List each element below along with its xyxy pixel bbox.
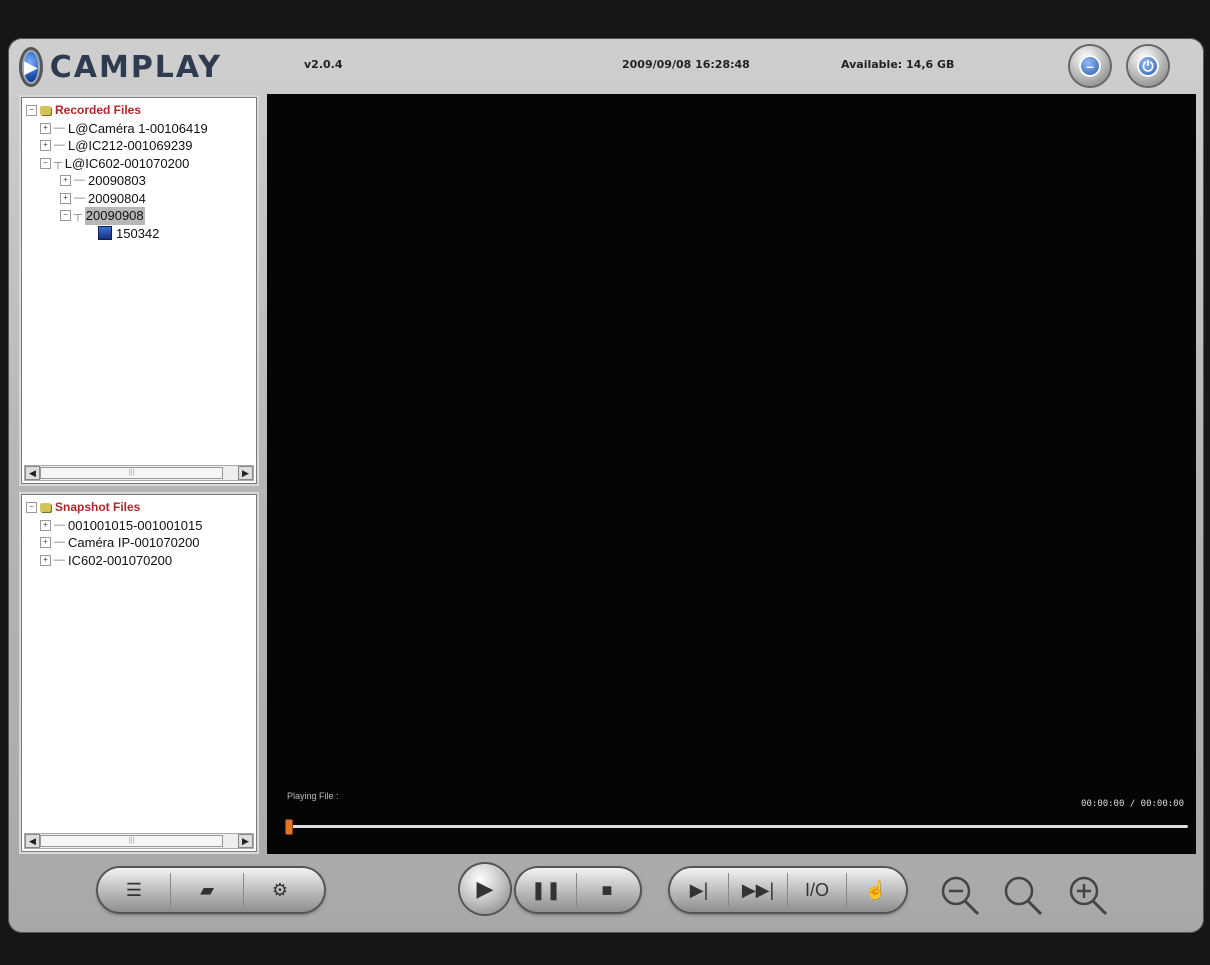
tree-root-snapshot[interactable]: − Snapshot Files: [26, 499, 254, 517]
datetime-label: 2009/09/08 16:28:48: [622, 58, 750, 71]
control-bar: ☰ ▰ ⚙ ▶ ❚❚ ■ ▶| ▶▶| I/O ☝: [8, 858, 1204, 933]
brand-name: CAMPLAY: [49, 49, 222, 85]
collapse-icon[interactable]: −: [60, 210, 71, 222]
snapshot-files-panel: − Snapshot Files + — 001001015-001001015 …: [21, 494, 257, 852]
minimize-button[interactable]: –: [1070, 46, 1110, 86]
stop-button[interactable]: ■: [577, 873, 637, 907]
fast-forward-button[interactable]: ▶▶|: [729, 873, 788, 907]
available-space-label: Available: 14,6 GB: [841, 58, 955, 71]
video-display[interactable]: Playing File : 00:00:00 / 00:00:00: [267, 94, 1196, 854]
collapse-icon[interactable]: −: [40, 157, 51, 169]
pause-stop-group: ❚❚ ■: [516, 868, 640, 912]
pause-icon: ❚❚: [530, 879, 562, 900]
tree-item-label: L@IC602-001070200: [64, 155, 190, 171]
seek-bar[interactable]: [285, 819, 1188, 835]
zoom-reset-button[interactable]: [1001, 874, 1045, 918]
playing-file-label: Playing File :: [287, 791, 339, 801]
expand-icon[interactable]: +: [40, 140, 51, 152]
tree-item-label: 20090908: [84, 207, 145, 225]
list-view-button[interactable]: ☰: [98, 873, 171, 907]
hand-button[interactable]: ☝: [847, 873, 905, 907]
snapshot-root-label: Snapshot Files: [55, 500, 141, 514]
scroll-thumb[interactable]: |||: [40, 467, 223, 479]
scroll-right-icon[interactable]: ▶: [238, 834, 253, 848]
expand-icon[interactable]: +: [40, 122, 51, 134]
tree-item-label: L@IC212-001069239: [68, 138, 193, 153]
expand-icon[interactable]: +: [40, 519, 51, 531]
scroll-left-icon[interactable]: ◀: [25, 834, 40, 848]
recorded-files-tree: − Recorded Files + — L@Caméra 1-00106419 …: [26, 102, 254, 242]
tree-item-label: 150342: [116, 225, 160, 241]
version-label: v2.0.4: [304, 58, 343, 71]
tree-root-recorded[interactable]: − Recorded Files: [26, 102, 254, 120]
zoom-in-icon: [1069, 876, 1108, 916]
tree-item-label: 20090803: [88, 173, 146, 188]
view-mode-group: ☰ ▰ ⚙: [98, 868, 324, 912]
video-file-icon: [98, 226, 112, 241]
folder-icon: [40, 503, 51, 513]
timecode-label: 00:00:00 / 00:00:00: [1081, 799, 1184, 809]
tree-item[interactable]: + — 20090803: [26, 172, 254, 190]
tree-item-label: Caméra IP-001070200: [68, 535, 200, 550]
scroll-thumb[interactable]: |||: [40, 835, 223, 847]
tree-item[interactable]: − ┬ L@IC602-001070200: [26, 155, 254, 173]
tree-item-label: IC602-001070200: [68, 552, 173, 568]
camera-settings-icon: ⚙: [271, 879, 289, 900]
list-view-icon: ☰: [125, 879, 143, 900]
horizontal-scrollbar[interactable]: ◀ ||| ▶: [24, 833, 254, 849]
app-window: ▶ CAMPLAY v2.0.4 2009/09/08 16:28:48 Ava…: [8, 38, 1204, 933]
stop-icon: ■: [601, 879, 613, 900]
tree-item-label: 001001015-001001015: [68, 517, 203, 533]
scroll-right-icon[interactable]: ▶: [238, 466, 253, 480]
snapshot-icon: ▰: [200, 879, 214, 900]
minimize-icon: –: [1079, 55, 1101, 77]
horizontal-scrollbar[interactable]: ◀ ||| ▶: [24, 465, 254, 481]
tree-item[interactable]: + — 20090804: [26, 190, 254, 208]
expand-icon[interactable]: +: [60, 192, 71, 204]
recorded-files-panel: − Recorded Files + — L@Caméra 1-00106419 …: [21, 97, 257, 484]
hand-icon: ☝: [864, 879, 888, 900]
power-button[interactable]: ⏻: [1128, 46, 1168, 86]
tree-item[interactable]: + — L@Caméra 1-00106419: [26, 120, 254, 138]
io-button[interactable]: I/O: [788, 873, 847, 907]
title-bar: ▶ CAMPLAY v2.0.4 2009/09/08 16:28:48 Ava…: [8, 38, 1204, 94]
scroll-left-icon[interactable]: ◀: [25, 466, 40, 480]
expand-icon[interactable]: +: [60, 175, 71, 187]
tree-item-file[interactable]: 150342: [26, 225, 254, 243]
zoom-reset-icon: [1004, 876, 1043, 916]
tree-item-label: L@Caméra 1-00106419: [68, 120, 208, 136]
tree-item-label: 20090804: [88, 190, 146, 206]
snapshot-files-tree: − Snapshot Files + — 001001015-001001015 …: [26, 499, 254, 569]
playback-tools-group: ▶| ▶▶| I/O ☝: [670, 868, 906, 912]
play-icon: ▶: [476, 876, 494, 901]
collapse-icon[interactable]: −: [26, 105, 37, 117]
step-forward-icon: ▶|: [689, 879, 709, 900]
pause-button[interactable]: ❚❚: [516, 873, 577, 907]
recorded-root-label: Recorded Files: [55, 103, 142, 117]
tree-item[interactable]: + — 001001015-001001015: [26, 517, 254, 535]
logo: ▶ CAMPLAY: [22, 48, 222, 86]
seek-handle[interactable]: [285, 819, 293, 835]
tree-item[interactable]: + — Caméra IP-001070200: [26, 534, 254, 552]
collapse-icon[interactable]: −: [26, 502, 37, 514]
zoom-out-icon: [941, 876, 980, 916]
folder-icon: [40, 106, 51, 116]
tree-item-selected[interactable]: − ┬ 20090908: [26, 207, 254, 225]
step-forward-button[interactable]: ▶|: [670, 873, 729, 907]
power-icon: ⏻: [1137, 55, 1159, 77]
fast-forward-icon: ▶▶|: [741, 879, 775, 900]
play-button[interactable]: ▶: [460, 864, 510, 914]
tree-item[interactable]: + — IC602-001070200: [26, 552, 254, 570]
zoom-out-button[interactable]: [938, 874, 982, 918]
camera-settings-button[interactable]: ⚙: [244, 873, 316, 907]
expand-icon[interactable]: +: [40, 537, 51, 549]
tree-item[interactable]: + — L@IC212-001069239: [26, 137, 254, 155]
snapshot-button[interactable]: ▰: [171, 873, 244, 907]
camplay-logo-icon: ▶: [22, 50, 40, 84]
zoom-in-button[interactable]: [1066, 874, 1110, 918]
expand-icon[interactable]: +: [40, 554, 51, 566]
io-icon: I/O: [804, 879, 829, 900]
